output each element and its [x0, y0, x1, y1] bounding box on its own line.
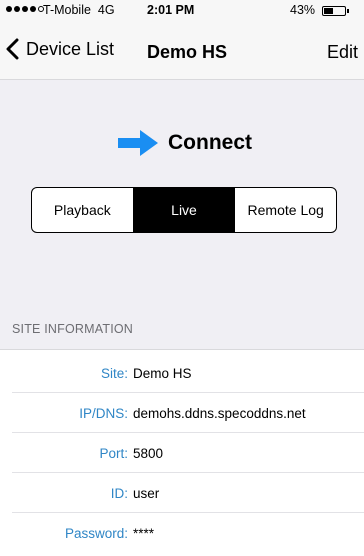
mode-segmented-control: Playback Live Remote Log	[31, 187, 337, 233]
info-row-password: Password: ****	[0, 513, 364, 553]
segment-live[interactable]: Live	[132, 188, 235, 232]
page-title: Demo HS	[147, 42, 228, 62]
edit-button[interactable]: Edit	[327, 42, 358, 63]
battery-icon	[322, 6, 346, 16]
site-value: Demo HS	[133, 365, 192, 381]
segment-remote-log[interactable]: Remote Log	[234, 188, 336, 232]
status-bar: T-Mobile 4G 2:01 PM 43%	[0, 0, 364, 22]
site-information-header: SITE INFORMATION	[12, 322, 134, 336]
ip-dns-value: demohs.ddns.specoddns.net	[133, 405, 306, 421]
info-row-site: Site: Demo HS	[0, 353, 364, 393]
status-time: 2:01 PM	[147, 3, 195, 17]
port-value: 5800	[133, 445, 164, 461]
port-label: Port:	[99, 445, 128, 461]
info-row-ip-dns: IP/DNS: demohs.ddns.specoddns.net	[0, 393, 364, 433]
battery-nub	[347, 9, 349, 13]
info-row-port: Port: 5800	[0, 433, 364, 473]
password-value: ****	[133, 525, 155, 541]
back-button-label: Device List	[26, 38, 115, 59]
carrier-label: T-Mobile 4G	[43, 3, 115, 17]
signal-strength-icon	[6, 6, 44, 12]
arrow-right-icon	[118, 130, 158, 156]
segment-playback[interactable]: Playback	[32, 188, 133, 232]
id-label: ID:	[110, 485, 128, 501]
chevron-left-icon	[6, 38, 19, 60]
back-button[interactable]: Device List	[4, 31, 114, 67]
connect-button[interactable]: Connect	[118, 126, 252, 160]
battery-percent: 43%	[290, 3, 316, 17]
id-value: user	[133, 485, 160, 501]
ip-dns-label: IP/DNS:	[79, 405, 128, 421]
navigation-bar: Device List Demo HS Edit	[0, 22, 364, 80]
site-info-list: Site: Demo HS IP/DNS: demohs.ddns.specod…	[0, 349, 364, 556]
info-row-id: ID: user	[0, 473, 364, 513]
password-label: Password:	[64, 525, 128, 541]
network-type: 4G	[97, 3, 115, 17]
connect-label: Connect	[168, 131, 252, 154]
site-label: Site:	[100, 365, 128, 381]
